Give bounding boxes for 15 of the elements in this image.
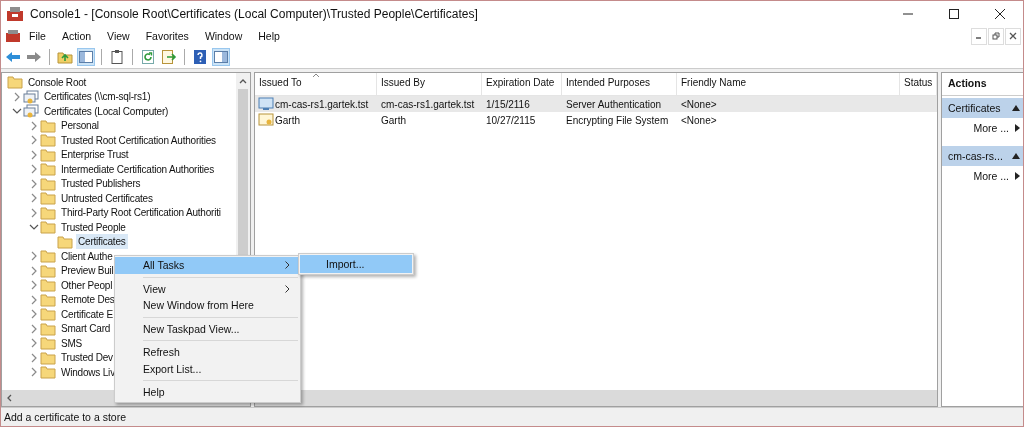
table-cell: <None> xyxy=(681,98,717,110)
section-title: Certificates xyxy=(948,102,1001,114)
table-cell: Encrypting File System xyxy=(566,114,669,126)
table-cell: 1/15/2116 xyxy=(486,98,530,110)
table-cell: cm-cas-rs1.gartek.tst xyxy=(275,98,369,110)
table-cell: <None> xyxy=(681,114,717,126)
window-title: Console1 - [Console Root\Certificates (Local Computer)\Trusted People\Certificates] xyxy=(30,6,478,21)
table-cell: Server Authentication xyxy=(566,98,662,110)
table-cell: 10/27/2115 xyxy=(486,114,536,126)
table-cell: Garth xyxy=(381,114,406,126)
table-cell: Garth xyxy=(275,114,300,126)
status-bar: Add a certificate to a store xyxy=(1,407,1023,426)
section-title: cm-cas-rs... xyxy=(948,150,1003,162)
actions-header: Actions xyxy=(942,73,1023,96)
table-cell: cm-cas-rs1.gartek.tst xyxy=(381,98,475,110)
